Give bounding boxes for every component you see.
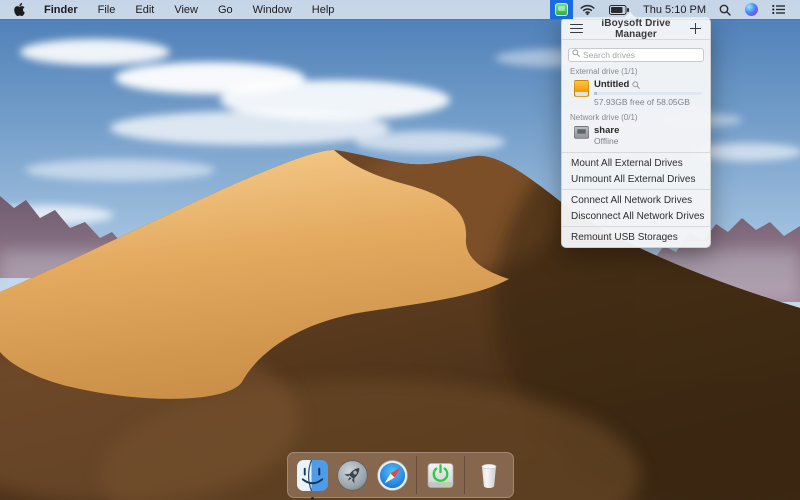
wifi-icon — [580, 4, 595, 15]
dock-item-trash[interactable] — [472, 459, 505, 492]
external-drive-info: Untitled 57.93GB free of 58.05GB — [594, 79, 702, 107]
menu-item-edit[interactable]: Edit — [125, 0, 164, 19]
notification-center-icon — [772, 4, 785, 15]
dock-item-iboysoft-drive-manager[interactable] — [424, 459, 457, 492]
battery-menu-extra[interactable] — [602, 0, 637, 19]
wifi-menu-extra[interactable] — [573, 0, 602, 19]
siri-menu-extra[interactable] — [738, 0, 765, 19]
network-drive-name: share — [594, 125, 702, 136]
apple-icon — [14, 3, 25, 16]
drive-manager-icon — [555, 3, 568, 16]
apple-menu[interactable] — [8, 3, 34, 16]
drive-manager-menu-extra[interactable] — [550, 0, 573, 19]
unmount-all-external-drives-item[interactable]: Unmount All External Drives — [562, 171, 710, 187]
external-drive-section-label: External drive (1/1) — [570, 67, 702, 76]
dock-item-safari[interactable] — [376, 459, 409, 492]
network-drive-section-label: Network drive (0/1) — [570, 113, 702, 122]
search-field-wrap — [568, 45, 704, 63]
trash-icon — [474, 460, 504, 491]
disconnect-all-network-drives-item[interactable]: Disconnect All Network Drives — [562, 208, 710, 224]
connect-all-network-drives-item[interactable]: Connect All Network Drives — [562, 192, 710, 208]
usb-actions-group: Remount USB Storages — [562, 227, 710, 247]
dock-separator — [464, 456, 465, 494]
network-drive-icon — [574, 126, 589, 139]
menu-bar-clock[interactable]: Thu 5:10 PM — [637, 4, 712, 16]
popover-title: iBoysoft Drive Manager — [583, 18, 689, 40]
spotlight-menu-extra[interactable] — [712, 0, 738, 19]
menu-bar: Finder File Edit View Go Window Help — [0, 0, 800, 19]
menu-item-help[interactable]: Help — [302, 0, 345, 19]
menu-item-go[interactable]: Go — [208, 0, 243, 19]
drive-manager-popover: iBoysoft Drive Manager External drive (1… — [561, 17, 711, 248]
menu-bar-left: Finder File Edit View Go Window Help — [8, 0, 344, 19]
dock-item-launchpad[interactable] — [336, 459, 369, 492]
external-actions-group: Mount All External Drives Unmount All Ex… — [562, 153, 710, 189]
external-drive-row[interactable]: Untitled 57.93GB free of 58.05GB — [562, 78, 710, 109]
network-actions-group: Connect All Network Drives Disconnect Al… — [562, 190, 710, 226]
desktop: Finder File Edit View Go Window Help — [0, 0, 800, 500]
remount-usb-storages-item[interactable]: Remount USB Storages — [562, 229, 710, 245]
menu-item-window[interactable]: Window — [243, 0, 302, 19]
menu-bar-status-area: Thu 5:10 PM — [550, 0, 792, 19]
dock-separator — [416, 456, 417, 494]
external-drive-name: Untitled — [594, 79, 629, 90]
battery-icon — [609, 5, 630, 15]
network-drive-status: Offline — [594, 136, 702, 146]
search-drives-input[interactable] — [568, 48, 704, 62]
dock — [287, 452, 514, 498]
add-plus-icon[interactable] — [689, 22, 702, 35]
search-icon — [572, 49, 580, 57]
mount-all-external-drives-item[interactable]: Mount All External Drives — [562, 155, 710, 171]
menu-item-file[interactable]: File — [88, 0, 126, 19]
spotlight-search-icon — [719, 4, 731, 16]
menu-item-view[interactable]: View — [164, 0, 208, 19]
external-drive-icon — [574, 80, 589, 97]
siri-icon — [745, 3, 758, 16]
launchpad-rocket-icon — [337, 460, 368, 491]
iboysoft-drive-manager-icon — [425, 460, 456, 491]
hamburger-menu-icon[interactable] — [570, 24, 583, 34]
notification-center-menu-extra[interactable] — [765, 0, 792, 19]
external-drive-detail: 57.93GB free of 58.05GB — [594, 97, 702, 107]
safari-icon — [377, 460, 408, 491]
dock-item-finder[interactable] — [296, 459, 329, 492]
menu-item-finder[interactable]: Finder — [34, 0, 88, 19]
popover-header: iBoysoft Drive Manager — [562, 18, 710, 39]
running-indicator-dot — [311, 497, 314, 500]
network-drive-info: share Offline — [594, 125, 702, 146]
drive-magnifier-icon[interactable] — [632, 81, 640, 89]
capacity-bar — [594, 92, 702, 95]
finder-icon — [297, 460, 328, 491]
network-drive-row[interactable]: share Offline — [562, 124, 710, 148]
